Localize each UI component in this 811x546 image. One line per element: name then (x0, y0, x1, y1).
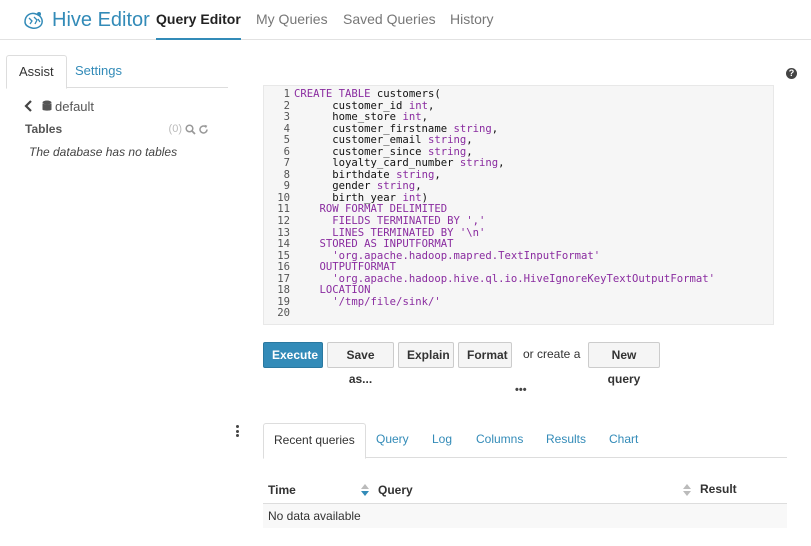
no-data-row: No data available (263, 504, 787, 528)
line-number: 3 (283, 111, 290, 124)
hive-logo-icon (24, 12, 43, 29)
database-selector[interactable]: default (24, 97, 94, 115)
column-header-result[interactable]: Result (700, 482, 737, 496)
nav-tab-my-queries[interactable]: My Queries (256, 0, 328, 40)
resize-handle[interactable]: ••• (515, 384, 527, 396)
refresh-icon[interactable] (198, 124, 209, 135)
search-icon[interactable] (185, 123, 196, 135)
no-tables-message: The database has no tables (29, 145, 178, 159)
kebab-menu-icon[interactable] (236, 425, 239, 439)
column-header-time[interactable]: Time (268, 483, 296, 497)
line-number: 5 (283, 134, 290, 147)
format-button[interactable]: Format (458, 342, 512, 368)
line-number: 1 (283, 88, 290, 100)
new-query-button[interactable]: New query (588, 342, 660, 386)
brand-link[interactable]: Hive Editor (22, 7, 150, 33)
top-navbar: Hive Editor Query Editor My Queries Save… (0, 0, 811, 40)
code-line[interactable]: '/tmp/file/sink/' (294, 296, 715, 309)
tables-count: (0) (168, 123, 182, 135)
code-line[interactable]: CREATE TABLE customers( (294, 88, 715, 101)
code-line[interactable] (294, 308, 715, 320)
tab-assist[interactable]: Assist (6, 55, 67, 89)
recent-queries-table-header: Time Query Result (263, 476, 787, 504)
help-icon[interactable]: ? (786, 68, 797, 79)
tab-log[interactable]: Log (432, 423, 452, 458)
nav-tab-history[interactable]: History (450, 0, 494, 40)
query-editor[interactable]: 1 2 3 4 5 6 7 8 9 10 11 12 13 14 15 16 17 18 19 20 CREATE T… (263, 85, 774, 325)
tab-columns[interactable]: Columns (476, 423, 523, 458)
line-number: 14 (277, 238, 290, 251)
brand-title: Hive Editor (52, 8, 150, 31)
tab-query[interactable]: Query (376, 423, 409, 458)
nav-tab-query-editor[interactable]: Query Editor (156, 0, 241, 40)
code-line[interactable]: customer_email string, (294, 134, 715, 147)
tables-header: Tables (0) (25, 120, 209, 138)
line-number: 20 (277, 307, 290, 320)
sort-query-icon[interactable] (683, 484, 691, 498)
tab-results[interactable]: Results (546, 423, 586, 458)
tab-recent-queries[interactable]: Recent queries (263, 423, 366, 459)
tab-chart[interactable]: Chart (609, 423, 638, 458)
code-content[interactable]: CREATE TABLE customers( customer_id int,… (294, 88, 715, 320)
database-name: default (55, 98, 95, 114)
line-number: 12 (277, 215, 290, 228)
assist-tabs: Assist Settings (6, 55, 228, 89)
execute-button[interactable]: Execute (263, 342, 323, 368)
or-create-text: or create a (523, 347, 581, 361)
result-tabs: Recent queries Query Log Columns Results… (263, 423, 787, 459)
database-icon (42, 100, 52, 111)
nav-tab-saved-queries[interactable]: Saved Queries (343, 0, 436, 40)
tab-settings[interactable]: Settings (63, 55, 134, 88)
column-header-query[interactable]: Query (378, 483, 413, 497)
tables-label: Tables (25, 122, 63, 136)
save-as-button[interactable]: Save as... (327, 342, 394, 386)
line-number-gutter: 1 2 3 4 5 6 7 8 9 10 11 12 13 14 15 16 17 18 19 20 (264, 88, 290, 320)
chevron-left-icon[interactable] (24, 100, 34, 112)
sort-time-icon[interactable] (361, 484, 369, 498)
explain-button[interactable]: Explain (398, 342, 454, 368)
code-line[interactable]: home_store int, (294, 111, 715, 124)
